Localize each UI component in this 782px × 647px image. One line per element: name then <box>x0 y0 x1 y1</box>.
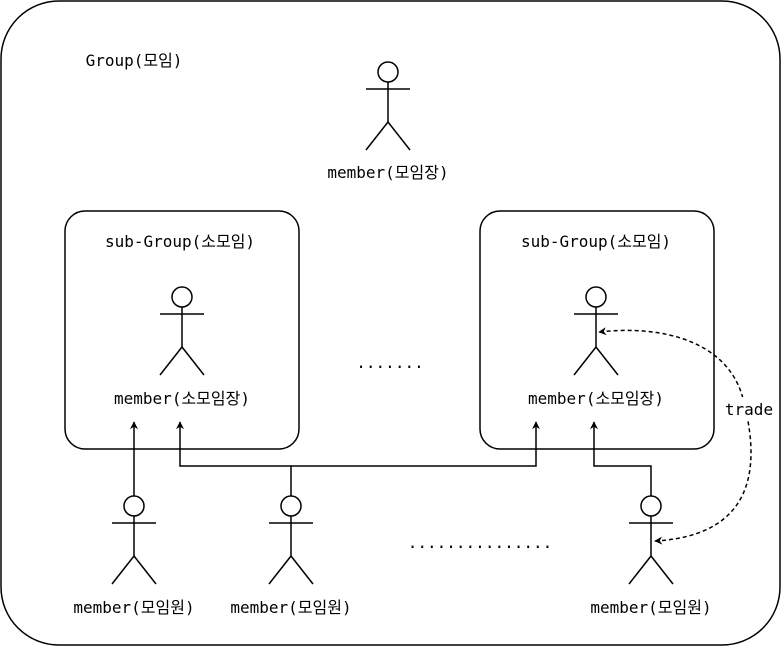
subgroup-2-title: sub-Group(소모임) <box>521 232 671 251</box>
ellipsis-members: ............... <box>408 533 553 552</box>
group-title: Group(모임) <box>86 51 183 70</box>
trade-label: trade <box>725 400 773 419</box>
group-leader-label: member(모임장) <box>327 163 448 182</box>
ellipsis-subgroups: ....... <box>356 353 423 372</box>
member-1-label: member(모임원) <box>73 598 194 617</box>
subgroup-1-title: sub-Group(소모임) <box>105 232 255 251</box>
subgroup-2-leader-label: member(소모임장) <box>528 389 664 408</box>
member-2-label: member(모임원) <box>230 598 351 617</box>
member-3-label: member(모임원) <box>590 598 711 617</box>
group-diagram: Group(모임) member(모임장) sub-Group(소모임) mem… <box>0 0 781 646</box>
subgroup-1-leader-label: member(소모임장) <box>114 389 250 408</box>
